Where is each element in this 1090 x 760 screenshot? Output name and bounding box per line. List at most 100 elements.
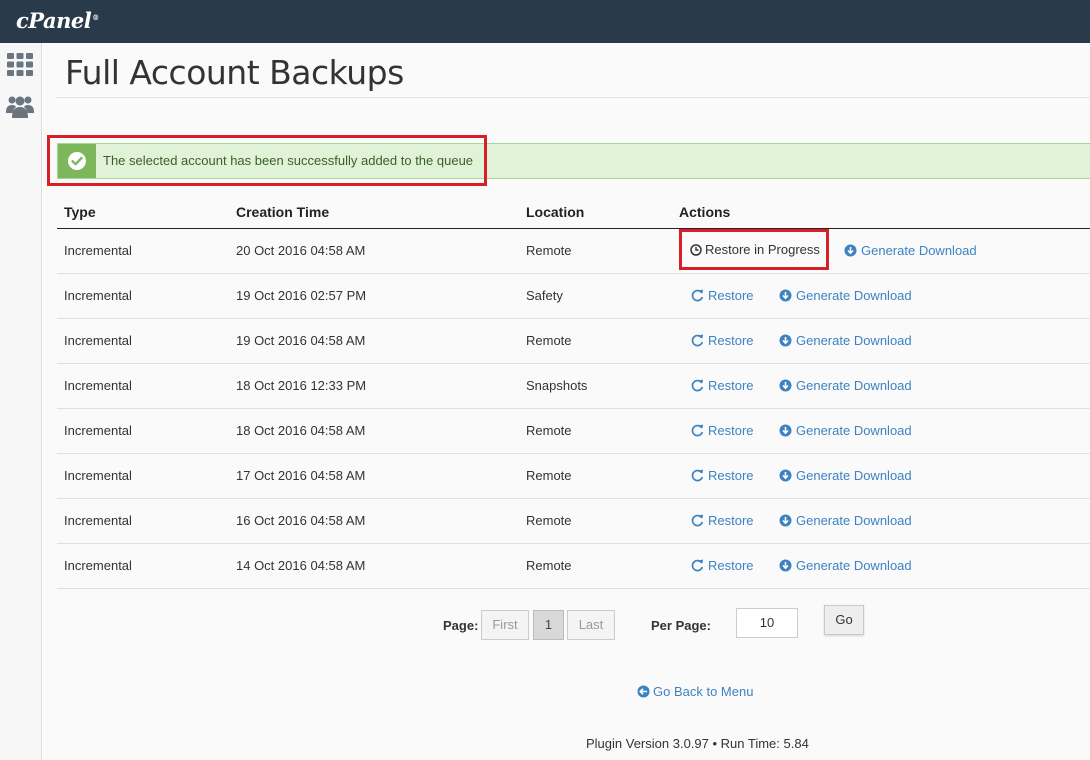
generate-download-link[interactable]: Generate Download — [779, 378, 912, 393]
highlight-box-status — [679, 229, 829, 270]
table-row: Incremental 14 Oct 2016 04:58 AM Remote … — [57, 544, 1090, 589]
table-row: Incremental 19 Oct 2016 04:58 AM Remote … — [57, 319, 1090, 364]
download-label: Generate Download — [796, 468, 912, 483]
restore-label: Restore — [708, 333, 754, 348]
table-header: Type Creation Time Location Actions — [57, 198, 1090, 229]
generate-download-link[interactable]: Generate Download — [779, 423, 912, 438]
header-actions: Actions — [679, 204, 731, 220]
generate-download-link[interactable]: Generate Download — [779, 333, 912, 348]
generate-download-link[interactable]: Generate Download — [779, 288, 912, 303]
download-circle-icon — [779, 559, 792, 572]
table-row: Incremental 20 Oct 2016 04:58 AM Remote … — [57, 229, 1090, 274]
sidebar — [0, 43, 42, 760]
refresh-icon — [691, 559, 704, 572]
table-row: Incremental 17 Oct 2016 04:58 AM Remote … — [57, 454, 1090, 499]
cell-creation-time: 19 Oct 2016 04:58 AM — [236, 333, 366, 348]
restore-link[interactable]: Restore — [691, 333, 754, 348]
download-circle-icon — [779, 379, 792, 392]
highlight-box-alert — [47, 135, 487, 186]
cell-creation-time: 16 Oct 2016 04:58 AM — [236, 513, 366, 528]
download-circle-icon — [779, 469, 792, 482]
cell-location: Remote — [526, 468, 572, 483]
cell-type: Incremental — [64, 333, 132, 348]
table-row: Incremental 18 Oct 2016 12:33 PM Snapsho… — [57, 364, 1090, 409]
download-circle-icon — [779, 514, 792, 527]
download-circle-icon — [779, 424, 792, 437]
main-content: Full Account Backups The selected accoun… — [43, 43, 1090, 760]
table-row: Incremental 18 Oct 2016 04:58 AM Remote … — [57, 409, 1090, 454]
cell-creation-time: 18 Oct 2016 12:33 PM — [236, 378, 367, 393]
per-page-input[interactable]: 10 — [736, 608, 798, 638]
cell-type: Incremental — [64, 423, 132, 438]
cell-creation-time: 18 Oct 2016 04:58 AM — [236, 423, 366, 438]
cell-creation-time: 17 Oct 2016 04:58 AM — [236, 468, 366, 483]
go-button[interactable]: Go — [824, 605, 864, 635]
header-type: Type — [64, 204, 96, 220]
refresh-icon — [691, 379, 704, 392]
restore-link[interactable]: Restore — [691, 558, 754, 573]
cell-creation-time: 19 Oct 2016 02:57 PM — [236, 288, 367, 303]
restore-label: Restore — [708, 468, 754, 483]
download-label: Generate Download — [796, 513, 912, 528]
cell-type: Incremental — [64, 558, 132, 573]
restore-link[interactable]: Restore — [691, 423, 754, 438]
page-1-button[interactable]: 1 — [533, 610, 564, 640]
download-circle-icon — [779, 289, 792, 302]
download-label: Generate Download — [796, 288, 912, 303]
restore-link[interactable]: Restore — [691, 378, 754, 393]
go-back-to-menu-link[interactable]: Go Back to Menu — [637, 684, 753, 699]
last-page-button[interactable]: Last — [567, 610, 615, 640]
grid-icon[interactable] — [6, 51, 34, 79]
restore-link[interactable]: Restore — [691, 288, 754, 303]
first-page-button[interactable]: First — [481, 610, 529, 640]
header-creation-time: Creation Time — [236, 204, 330, 220]
top-bar: cPanel® — [0, 0, 1090, 43]
table-row: Incremental 16 Oct 2016 04:58 AM Remote … — [57, 499, 1090, 544]
restore-label: Restore — [708, 423, 754, 438]
cell-type: Incremental — [64, 468, 132, 483]
download-label: Generate Download — [796, 378, 912, 393]
generate-download-link[interactable]: Generate Download — [844, 243, 977, 258]
cell-type: Incremental — [64, 243, 132, 258]
footer-version: Plugin Version 3.0.97 • Run Time: 5.84 — [586, 736, 809, 751]
generate-download-link[interactable]: Generate Download — [779, 513, 912, 528]
cell-location: Safety — [526, 288, 563, 303]
restore-link[interactable]: Restore — [691, 513, 754, 528]
refresh-icon — [691, 334, 704, 347]
cell-creation-time: 14 Oct 2016 04:58 AM — [236, 558, 366, 573]
cell-type: Incremental — [64, 513, 132, 528]
restore-label: Restore — [708, 288, 754, 303]
users-icon[interactable] — [6, 92, 34, 120]
cell-location: Remote — [526, 333, 572, 348]
refresh-icon — [691, 424, 704, 437]
generate-download-link[interactable]: Generate Download — [779, 558, 912, 573]
refresh-icon — [691, 514, 704, 527]
download-label: Generate Download — [861, 243, 977, 258]
cpanel-logo[interactable]: cPanel® — [16, 8, 99, 33]
cell-type: Incremental — [64, 378, 132, 393]
cell-location: Remote — [526, 243, 572, 258]
divider — [56, 97, 1090, 98]
download-label: Generate Download — [796, 423, 912, 438]
cell-location: Remote — [526, 513, 572, 528]
cell-location: Remote — [526, 558, 572, 573]
refresh-icon — [691, 469, 704, 482]
page-label: Page: — [443, 618, 479, 633]
restore-label: Restore — [708, 513, 754, 528]
header-location: Location — [526, 204, 585, 220]
arrow-left-circle-icon — [637, 685, 650, 698]
download-label: Generate Download — [796, 558, 912, 573]
download-circle-icon — [844, 244, 857, 257]
cell-location: Snapshots — [526, 378, 588, 393]
cell-type: Incremental — [64, 288, 132, 303]
download-label: Generate Download — [796, 333, 912, 348]
generate-download-link[interactable]: Generate Download — [779, 468, 912, 483]
backups-table: Type Creation Time Location Actions Incr… — [57, 198, 1090, 589]
refresh-icon — [691, 289, 704, 302]
cell-location: Remote — [526, 423, 572, 438]
table-row: Incremental 19 Oct 2016 02:57 PM Safety … — [57, 274, 1090, 319]
cell-creation-time: 20 Oct 2016 04:58 AM — [236, 243, 366, 258]
restore-link[interactable]: Restore — [691, 468, 754, 483]
download-circle-icon — [779, 334, 792, 347]
back-link-label: Go Back to Menu — [653, 684, 754, 699]
